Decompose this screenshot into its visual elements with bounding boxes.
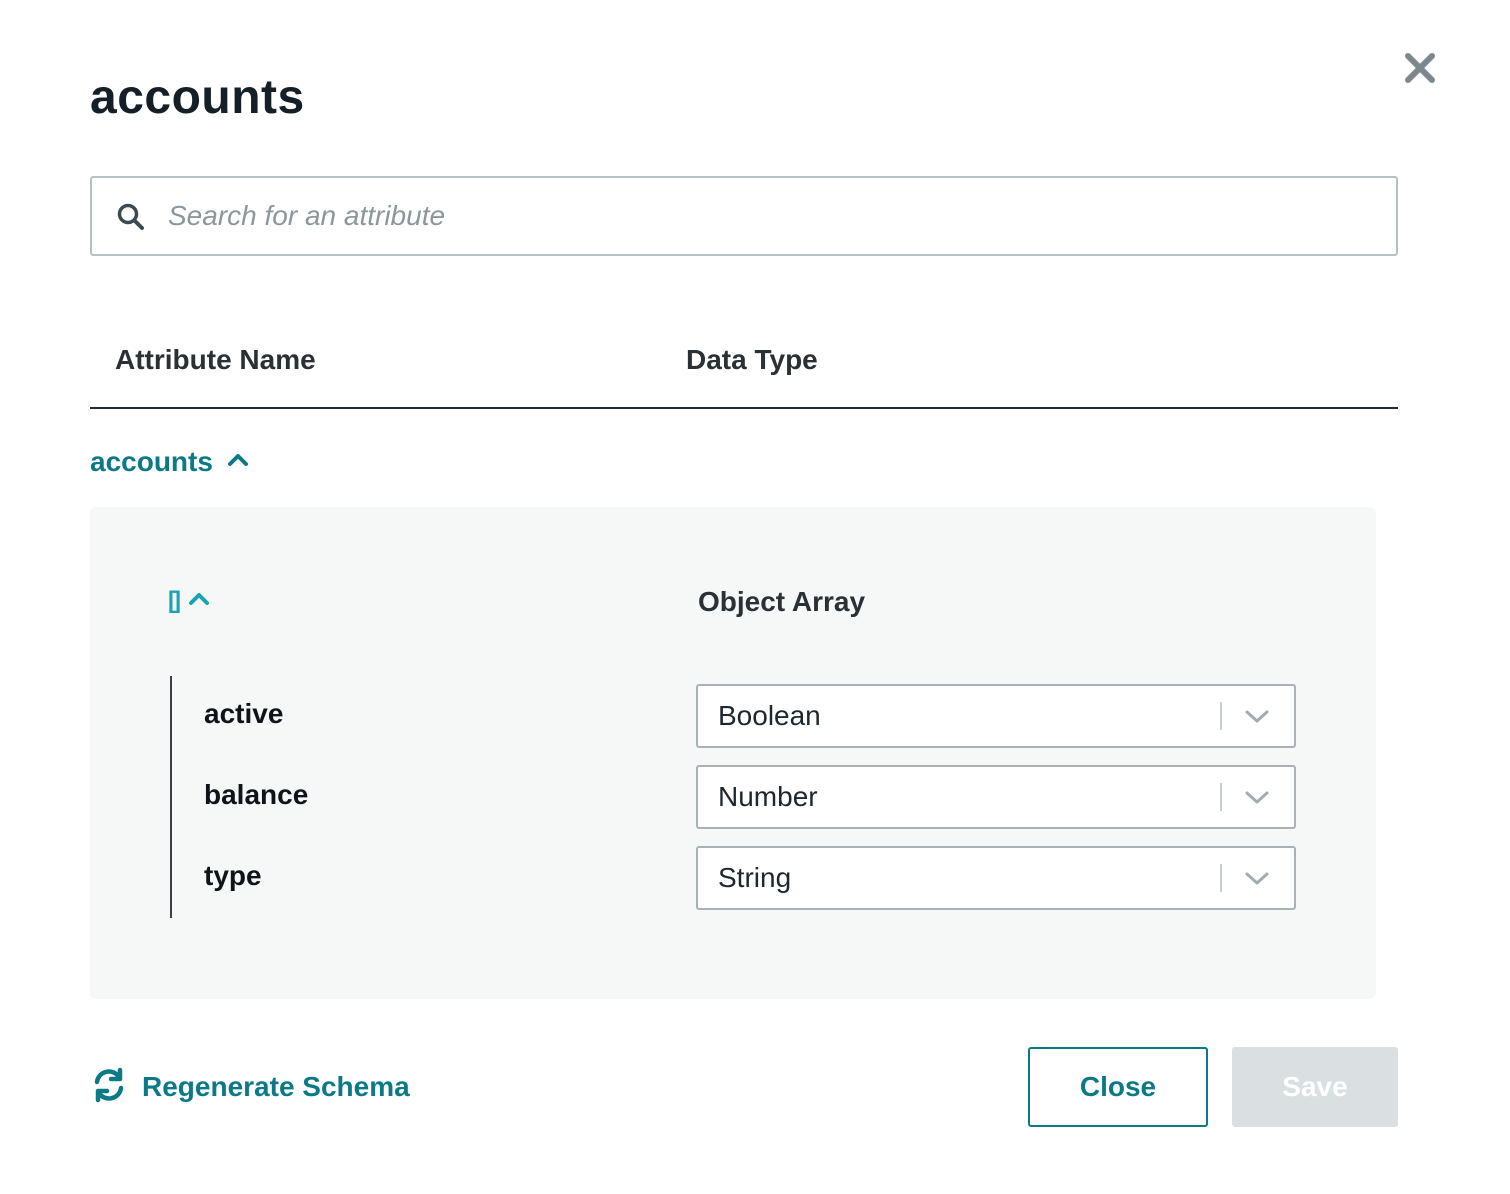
attribute-name: type <box>204 860 262 891</box>
close-button[interactable]: Close <box>1028 1047 1208 1127</box>
chevron-down-icon[interactable] <box>1244 866 1270 890</box>
chevron-up-icon <box>227 452 249 473</box>
select-divider <box>1220 864 1222 892</box>
accounts-group-toggle[interactable]: accounts <box>90 442 249 482</box>
group-label: accounts <box>90 446 213 477</box>
chevron-down-icon[interactable] <box>1244 704 1270 728</box>
tree-indent-line <box>170 676 172 918</box>
search-input[interactable] <box>168 178 1368 254</box>
schema-modal: accounts Attribute Name Data Type accoun… <box>0 0 1510 1194</box>
refresh-icon <box>90 1066 128 1109</box>
search-box <box>90 176 1398 256</box>
select-divider <box>1220 702 1222 730</box>
array-data-type: Object Array <box>698 586 866 617</box>
chevron-up-icon <box>188 591 210 612</box>
attribute-name: balance <box>204 779 309 810</box>
data-type-select[interactable]: String <box>696 846 1296 910</box>
select-value: Boolean <box>718 700 821 731</box>
select-value: String <box>718 862 792 893</box>
array-toggle[interactable]: [] <box>168 584 210 618</box>
close-icon[interactable] <box>1400 48 1440 88</box>
save-button[interactable]: Save <box>1232 1047 1398 1127</box>
select-value: Number <box>718 781 818 812</box>
data-type-select[interactable]: Number <box>696 765 1296 829</box>
select-divider <box>1220 783 1222 811</box>
column-header-data-type: Data Type <box>686 344 818 375</box>
group-panel <box>90 507 1376 999</box>
search-icon <box>116 202 146 232</box>
data-type-select[interactable]: Boolean <box>696 684 1296 748</box>
page-title: accounts <box>90 71 305 124</box>
header-divider <box>90 407 1398 409</box>
regenerate-schema-link[interactable]: Regenerate Schema <box>90 1066 410 1108</box>
regenerate-schema-label: Regenerate Schema <box>142 1071 410 1102</box>
attribute-name: active <box>204 698 284 729</box>
array-icon: [] <box>168 587 181 614</box>
chevron-down-icon[interactable] <box>1244 785 1270 809</box>
column-header-attribute-name: Attribute Name <box>115 344 316 375</box>
